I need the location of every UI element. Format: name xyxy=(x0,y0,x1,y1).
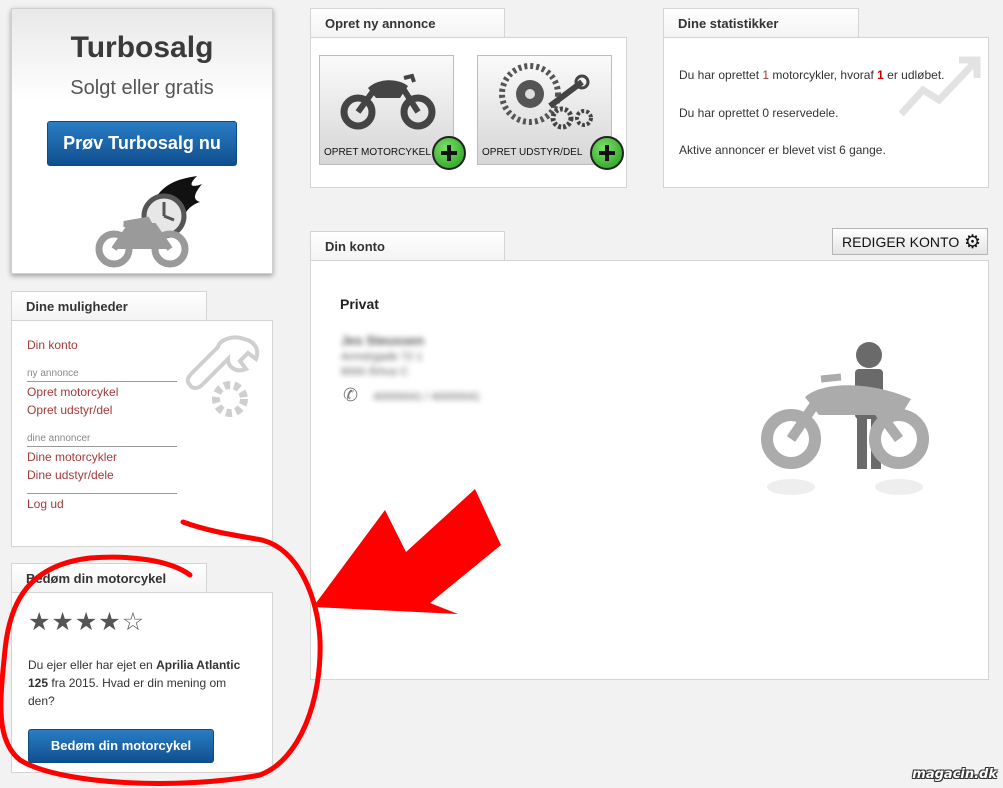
watermark: magacin.dk xyxy=(912,767,997,782)
red-arrow-annotation xyxy=(0,489,501,786)
